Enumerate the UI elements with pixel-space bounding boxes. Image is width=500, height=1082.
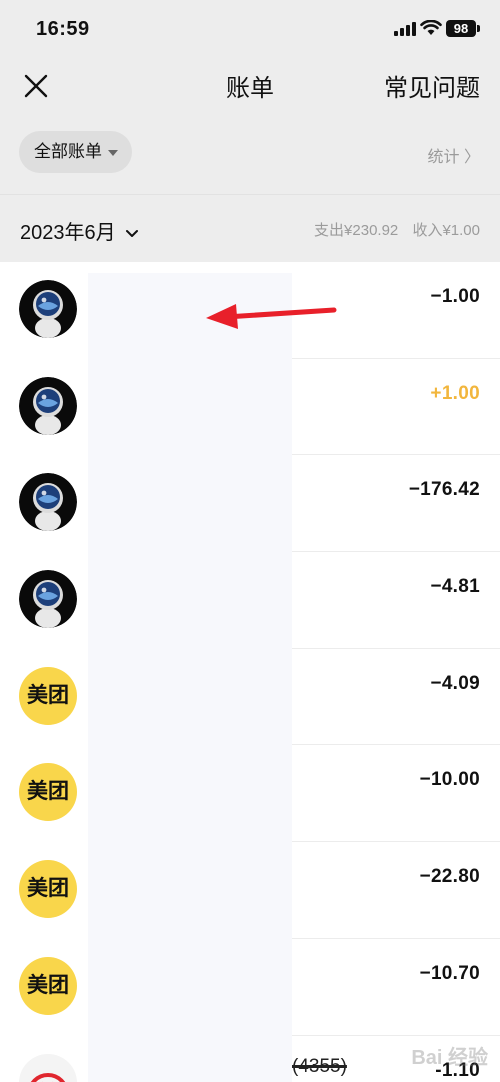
expense-total: 支出¥230.92 [314,222,399,239]
bill-filter-label: 全部账单 [34,142,102,161]
meituan-avatar-icon: 美团 [19,763,77,822]
transaction-amount: −176.42 [408,479,480,501]
caret-down-icon [108,150,118,156]
astronaut-avatar-icon [19,570,77,629]
status-bar: 16:59 98 [0,0,500,60]
meituan-avatar-icon: 美团 [19,956,77,1015]
transaction-amount: +1.00 [430,382,480,404]
month-summary: 支出¥230.92 收入¥1.00 [304,219,480,240]
month-selector[interactable]: 2023年6月 [20,216,139,245]
transaction-amount: −1.00 [430,286,480,307]
bill-filter-dropdown[interactable]: 全部账单 [19,131,132,173]
baidu-watermark: Bai 经验 [411,1047,488,1069]
wifi-icon [420,20,442,35]
status-time: 16:59 [36,18,90,40]
transaction-amount: −4.81 [430,576,480,598]
astronaut-avatar-icon [19,473,77,532]
transaction-amount: −10.70 [419,962,480,984]
nav-bar: 账单 常见问题 [0,60,500,110]
income-total: 收入¥1.00 [412,222,480,239]
meituan-avatar-icon: 美团 [19,860,77,919]
month-header: 2023年6月 支出¥230.92 收入¥1.00 [0,194,500,262]
statistics-link[interactable]: 统计 〉 [428,143,480,167]
redaction-overlay [88,273,292,1082]
battery-cap [477,25,480,32]
transaction-amount: −10.00 [419,769,480,791]
chevron-down-icon [126,229,139,237]
metro-logo-icon [19,1053,77,1082]
red-arrow-annotation-icon [206,304,337,329]
month-label: 2023年6月 [20,222,116,244]
signal-icon [394,22,416,36]
partial-merchant-text: (4355) [292,1056,347,1077]
battery-icon: 98 [446,20,476,37]
astronaut-avatar-icon [19,376,77,435]
transaction-amount: −4.09 [430,672,480,694]
astronaut-avatar-icon [19,280,77,338]
transaction-amount: −22.80 [419,866,480,888]
filter-bar: 全部账单 统计 〉 [0,110,500,194]
faq-link[interactable]: 常见问题 [384,68,480,103]
meituan-avatar-icon: 美团 [19,666,77,725]
